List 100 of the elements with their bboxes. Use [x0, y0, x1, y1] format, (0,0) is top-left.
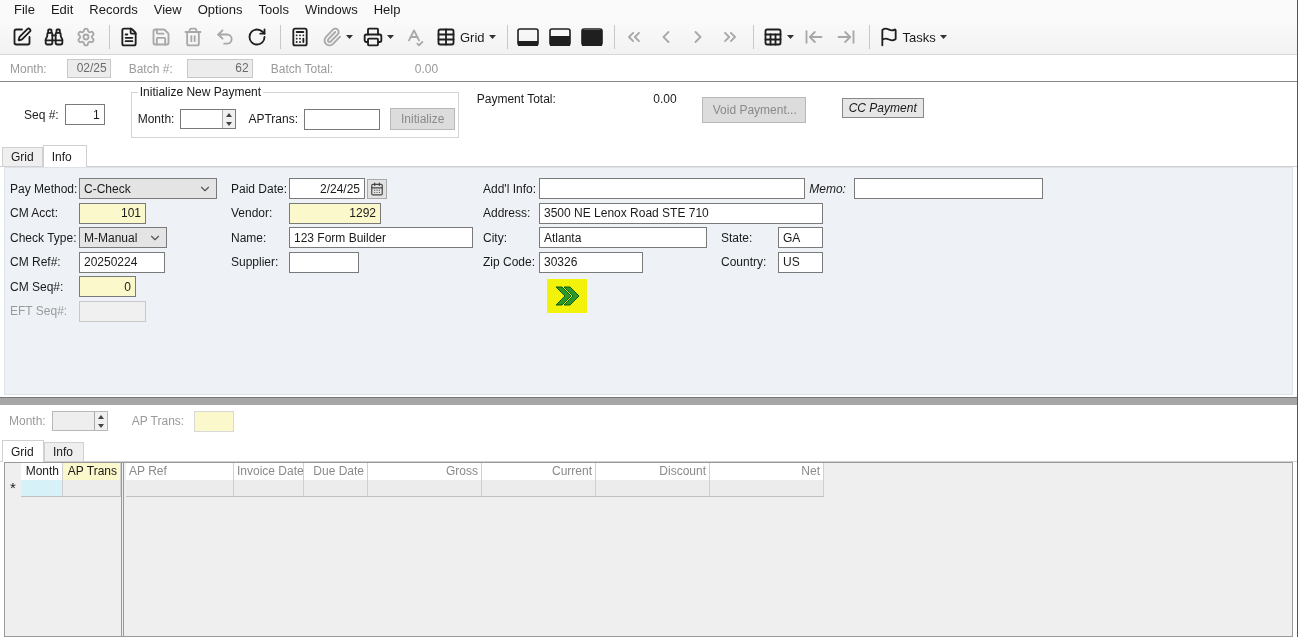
tab[interactable]: Grid [2, 440, 44, 462]
toolbar-button[interactable]: Grid [432, 22, 500, 52]
table-cell[interactable] [368, 480, 482, 497]
spin-down-icon [97, 423, 104, 428]
input-field[interactable]: 123 Form Builder [289, 227, 473, 249]
table-cell[interactable] [304, 480, 368, 497]
menu-item[interactable]: Tools [250, 1, 297, 19]
dropdown-field[interactable]: C-Check [79, 178, 217, 200]
table-cell[interactable] [596, 480, 710, 497]
field-label: Country: [721, 255, 767, 270]
field-label: Memo: [809, 181, 846, 196]
binoculars-icon [44, 27, 64, 47]
input-field[interactable] [854, 178, 1043, 200]
undo-icon [215, 27, 235, 47]
menu-item[interactable]: Edit [42, 1, 82, 19]
field-label: State: [721, 230, 753, 245]
row-marker: * [9, 480, 17, 497]
menu-item[interactable]: View [145, 1, 190, 19]
cc-payment-button[interactable]: CC Payment [841, 98, 924, 118]
caret-icon [387, 35, 394, 39]
calendar-button[interactable] [367, 178, 387, 199]
field-label: CM Ref#: [10, 255, 61, 270]
column-header[interactable]: Due Date [304, 463, 368, 480]
field-label: Paid Date: [231, 181, 288, 196]
field-label: Name: [231, 230, 267, 245]
menu-item[interactable]: Options [189, 1, 251, 19]
batch-label: Batch #: [128, 61, 173, 76]
table-cell[interactable] [126, 480, 234, 497]
input-field[interactable]: Atlanta [539, 227, 707, 249]
field-label: AP Trans: [131, 414, 185, 428]
layout-icon [548, 27, 571, 47]
refresh-icon [247, 27, 267, 47]
input-field[interactable]: 30326 [539, 251, 643, 273]
calendar-icon [370, 181, 384, 196]
table-cell[interactable] [234, 480, 304, 497]
splitter-bar[interactable] [0, 397, 1297, 405]
caret-icon [346, 35, 353, 39]
column-header[interactable]: Net [710, 463, 824, 480]
input-field[interactable]: 3500 NE Lenox Road STE 710 [539, 202, 823, 224]
column-header[interactable]: Current [482, 463, 596, 480]
toolbar-button[interactable]: Tasks [874, 22, 951, 52]
field-label: EFT Seq#: [10, 304, 68, 319]
month-spinner[interactable] [180, 109, 237, 129]
input-field[interactable] [289, 251, 359, 273]
input-field[interactable]: 1292 [289, 202, 381, 224]
last-record-icon [835, 27, 856, 47]
dropdown-field[interactable]: M-Manual [79, 227, 167, 249]
tab[interactable]: Info [42, 145, 87, 167]
trash-icon [183, 27, 203, 47]
date-field[interactable]: 2/24/25 [289, 178, 365, 200]
input-field[interactable]: GA [778, 227, 823, 249]
table-cell[interactable] [21, 480, 63, 497]
field-label: City: [483, 230, 507, 245]
menu-item[interactable]: Help [365, 1, 409, 19]
calculator-icon [290, 27, 310, 47]
column-header[interactable]: Month [21, 463, 63, 480]
input-field[interactable]: 0 [79, 276, 136, 298]
column-header[interactable]: Gross [368, 463, 482, 480]
input-field[interactable]: 1 [64, 104, 105, 125]
forward-button[interactable] [547, 279, 587, 313]
caret-icon [488, 35, 496, 39]
table-cell[interactable] [63, 480, 121, 497]
field-label: Payment Total: [476, 92, 556, 106]
field-label: APTrans: [248, 112, 298, 126]
tab[interactable]: Info [44, 442, 84, 461]
table-cell[interactable] [482, 480, 596, 497]
double-chevron-icon [554, 285, 580, 307]
gear-icon [76, 27, 96, 47]
grid-icon [436, 27, 456, 47]
first-record-icon [803, 27, 824, 47]
spin-down-icon [226, 121, 233, 126]
field-label: Supplier: [231, 255, 279, 270]
menu-item[interactable]: Records [81, 1, 146, 19]
input-field[interactable]: US [778, 251, 823, 273]
field-label: Vendor: [231, 206, 273, 221]
menu-item[interactable]: Windows [296, 1, 366, 19]
batch-label: Batch Total: [270, 61, 334, 76]
readonly-field: 62 [186, 59, 253, 78]
input-field[interactable]: 20250224 [79, 251, 165, 273]
column-header[interactable]: AP Trans [63, 463, 121, 480]
field-label: Add'l Info: [483, 181, 536, 196]
column-header[interactable]: Discount [596, 463, 710, 480]
field-label: CM Seq#: [10, 279, 64, 294]
menu-item[interactable]: File [6, 1, 43, 19]
month-spinner[interactable] [51, 411, 108, 431]
input-field[interactable] [303, 108, 380, 130]
readonly-field: 02/25 [66, 59, 111, 78]
printer-icon [363, 27, 383, 47]
field-label: Month: [9, 414, 46, 428]
input-field[interactable]: 101 [79, 202, 146, 224]
layout-icon [516, 27, 539, 47]
edit-icon [12, 27, 32, 47]
table-settings-icon [762, 27, 783, 47]
input-field[interactable] [539, 178, 806, 200]
batch-total: 0.00 [413, 61, 439, 76]
column-header[interactable]: Invoice Date [234, 463, 304, 480]
spin-up-icon [226, 112, 233, 117]
paperclip-icon [322, 27, 342, 47]
table-cell[interactable] [710, 480, 824, 497]
tab[interactable]: Grid [2, 147, 43, 166]
